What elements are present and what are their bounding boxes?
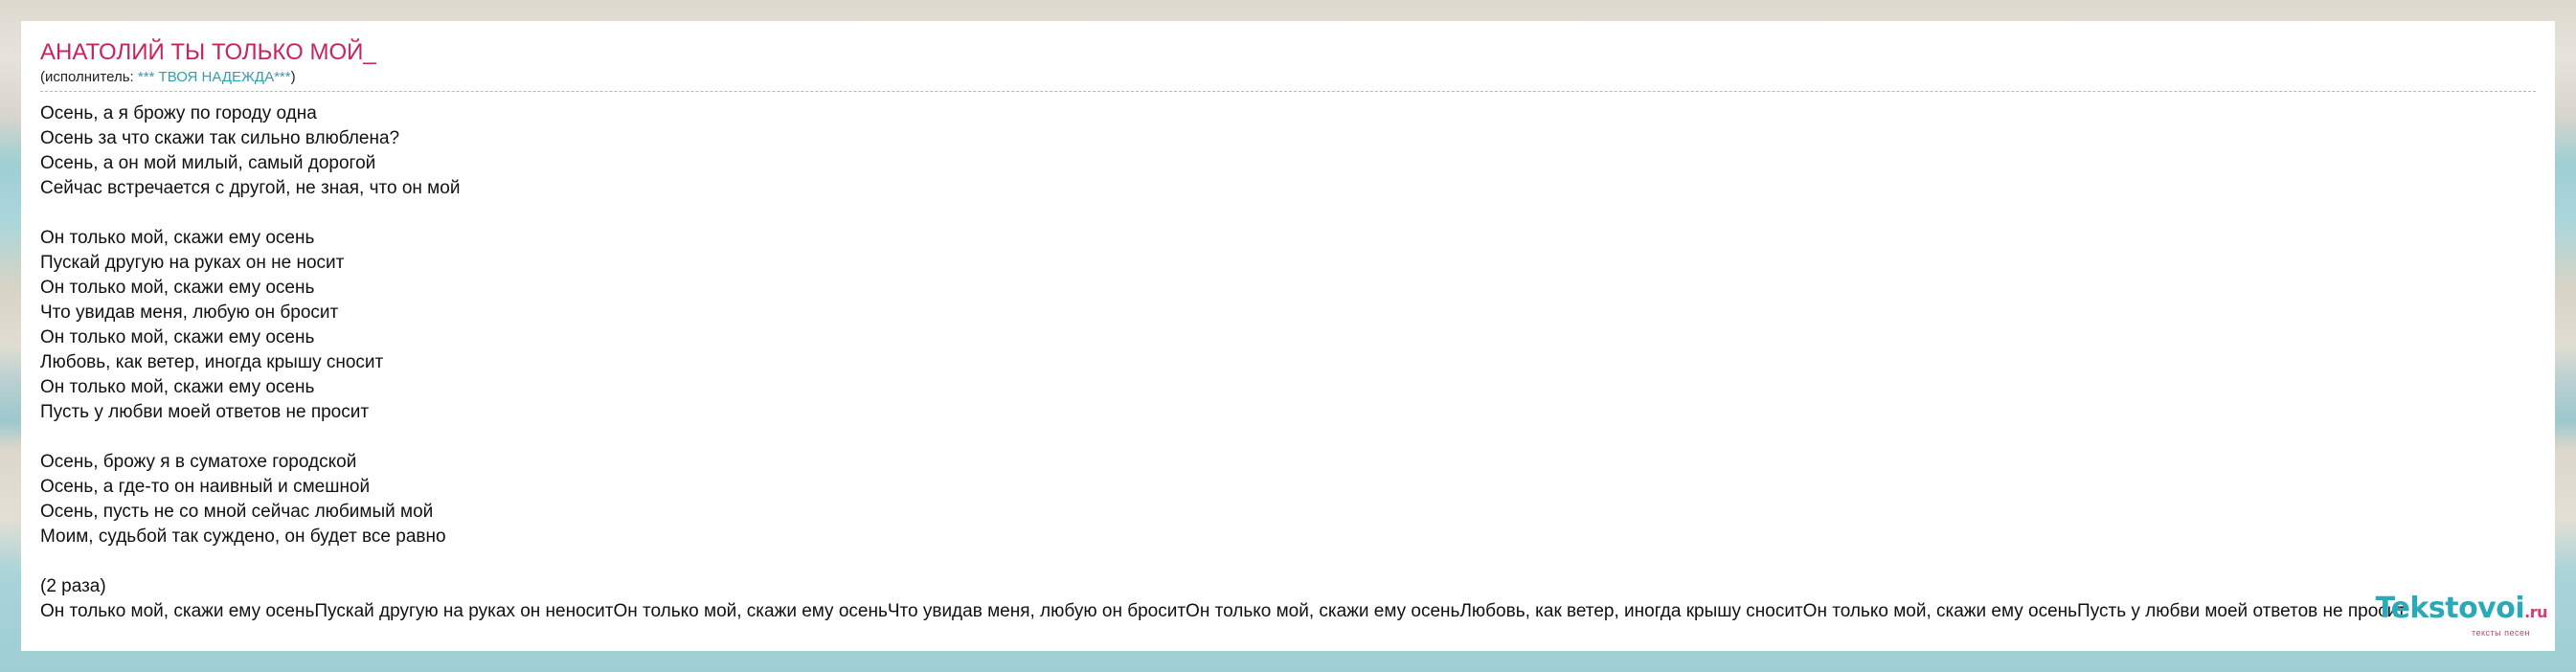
lyric-line: Осень за что скажи так сильно влюблена? bbox=[40, 128, 400, 148]
logo-wordmark: Tekstovoi.ru bbox=[2375, 592, 2548, 628]
lyric-line: Осень, а я брожу по городу одна bbox=[40, 103, 317, 123]
performer-prefix: (исполнитель: bbox=[40, 69, 138, 85]
logo-main-text: Tekstovoi bbox=[2375, 592, 2525, 625]
logo-tld: .ru bbox=[2524, 603, 2547, 621]
lyric-line: Пускай другую на руках он не носит bbox=[40, 253, 345, 273]
lyric-line: Осень, брожу я в суматохе городской bbox=[40, 452, 357, 472]
lyric-line: Он только мой, скажи ему осеньПускай дру… bbox=[40, 601, 2407, 621]
lyric-line: Моим, судьбой так суждено, он будет все … bbox=[40, 526, 446, 547]
stanza-gap bbox=[40, 549, 2536, 574]
performer-line: (исполнитель: *** ТВОЯ НАДЕЖДА***) bbox=[40, 69, 2536, 92]
performer-suffix: ) bbox=[290, 69, 296, 85]
stanza-gap bbox=[40, 425, 2536, 450]
stanza-1: Осень, а я брожу по городу одна Осень за… bbox=[40, 101, 2536, 201]
performer-link[interactable]: *** ТВОЯ НАДЕЖДА*** bbox=[138, 69, 291, 85]
logo-tagline: тексты песен bbox=[2471, 628, 2530, 638]
lyric-line: Он только мой, скажи ему осень bbox=[40, 377, 315, 397]
lyric-line: Он только мой, скажи ему осень bbox=[40, 278, 315, 298]
stanza-2: Он только мой, скажи ему осень Пускай др… bbox=[40, 226, 2536, 425]
lyrics-page: АНАТОЛИЙ ТЫ ТОЛЬКО МОЙ_ (исполнитель: **… bbox=[21, 21, 2555, 651]
lyrics-text: Осень, а я брожу по городу одна Осень за… bbox=[40, 101, 2536, 624]
lyric-line: Осень, пусть не со мной сейчас любимый м… bbox=[40, 502, 434, 522]
lyric-line: (2 раза) bbox=[40, 576, 106, 596]
lyric-line: Он только мой, скажи ему осень bbox=[40, 327, 315, 347]
lyric-line: Что увидав меня, любую он бросит bbox=[40, 302, 339, 323]
stanza-gap bbox=[40, 201, 2536, 226]
lyric-line: Он только мой, скажи ему осень bbox=[40, 228, 315, 248]
stanza-3: Осень, брожу я в суматохе городской Осен… bbox=[40, 450, 2536, 549]
lyric-line: Сейчас встречается с другой, не зная, чт… bbox=[40, 178, 461, 198]
lyric-line: Осень, а он мой милый, самый дорогой bbox=[40, 153, 376, 173]
lyric-line: Любовь, как ветер, иногда крышу сносит bbox=[40, 352, 384, 372]
lyric-line: Осень, а где-то он наивный и смешной bbox=[40, 477, 371, 497]
lyric-line: Пусть у любви моей ответов не просит bbox=[40, 402, 370, 422]
site-logo[interactable]: Tekstovoi.ru тексты песен bbox=[2375, 592, 2548, 638]
song-title: АНАТОЛИЙ ТЫ ТОЛЬКО МОЙ_ bbox=[40, 39, 376, 65]
stanza-4: (2 раза) Он только мой, скажи ему осеньП… bbox=[40, 574, 2536, 624]
